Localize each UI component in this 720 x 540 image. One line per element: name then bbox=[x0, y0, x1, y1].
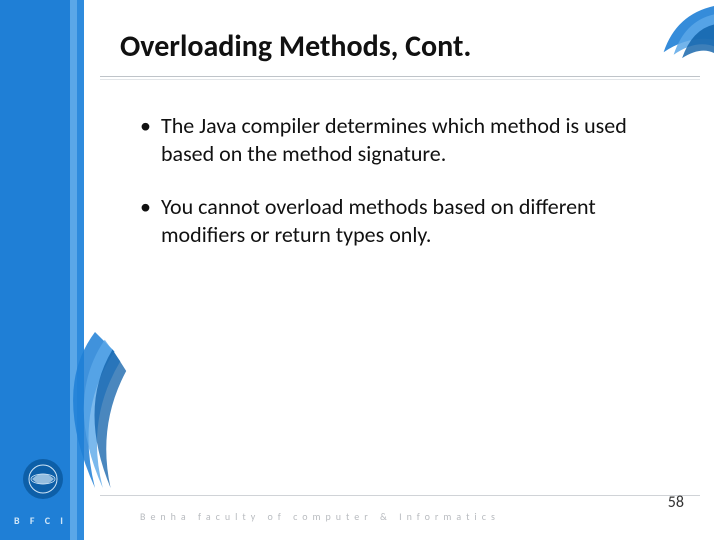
institution-logo-icon bbox=[22, 458, 64, 500]
slide: B F C I Overloading Methods, Cont. • The… bbox=[0, 0, 720, 540]
bullet-item: • You cannot overload methods based on d… bbox=[140, 193, 640, 248]
title-underline bbox=[100, 76, 700, 80]
footer-brand-short: B F C I bbox=[14, 514, 67, 527]
bullet-text: You cannot overload methods based on dif… bbox=[161, 193, 640, 248]
footer-brand-long: Benha faculty of computer & Informatics bbox=[140, 510, 500, 523]
bullet-item: • The Java compiler determines which met… bbox=[140, 112, 640, 167]
bullet-dot-icon: • bbox=[140, 112, 151, 167]
bullet-text: The Java compiler determines which metho… bbox=[161, 112, 640, 167]
slide-body: • The Java compiler determines which met… bbox=[140, 112, 640, 274]
page-number: 58 bbox=[668, 493, 684, 512]
bullet-dot-icon: • bbox=[140, 193, 151, 248]
side-swirl-icon bbox=[56, 330, 134, 490]
footer-divider bbox=[100, 495, 700, 496]
slide-title: Overloading Methods, Cont. bbox=[120, 28, 471, 65]
